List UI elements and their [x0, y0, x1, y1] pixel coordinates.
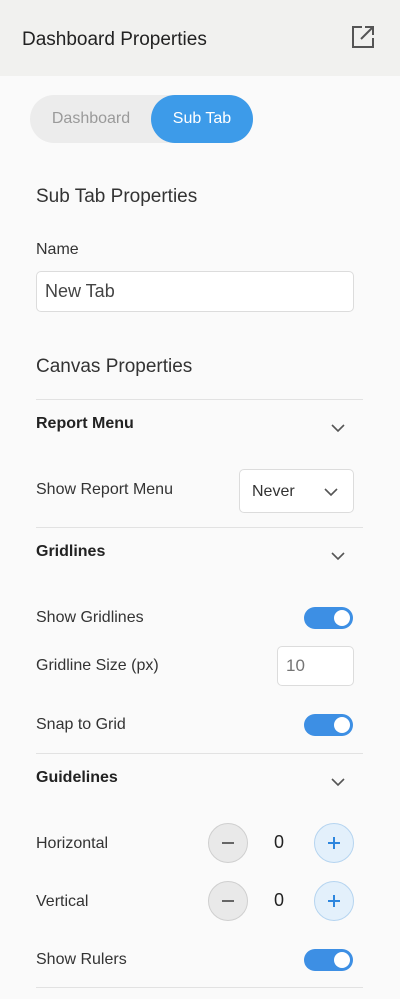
snap-to-grid-label: Snap to Grid: [36, 716, 126, 733]
toggle-knob: [334, 717, 350, 733]
vertical-increment-button[interactable]: [314, 881, 354, 921]
popout-icon[interactable]: [350, 24, 376, 50]
divider: [36, 527, 363, 528]
vertical-label: Vertical: [36, 893, 89, 910]
chevron-down-icon[interactable]: [331, 423, 345, 433]
horizontal-value: 0: [273, 832, 284, 852]
tab-switcher: Dashboard Sub Tab: [30, 95, 253, 143]
plus-icon: [328, 895, 340, 907]
show-report-menu-label: Show Report Menu: [36, 481, 173, 498]
divider: [36, 399, 363, 400]
guidelines-title[interactable]: Guidelines: [36, 769, 118, 787]
gridlines-title[interactable]: Gridlines: [36, 543, 105, 561]
toggle-knob: [334, 610, 350, 626]
show-rulers-label: Show Rulers: [36, 951, 127, 968]
plus-icon: [328, 837, 340, 849]
divider: [36, 753, 363, 754]
vertical-value: 0: [273, 890, 284, 910]
report-menu-title[interactable]: Report Menu: [36, 415, 134, 433]
select-value: Never: [252, 483, 295, 500]
canvas-properties-heading: Canvas Properties: [36, 356, 193, 377]
minus-icon: [222, 900, 234, 902]
show-gridlines-toggle[interactable]: [304, 607, 353, 629]
chevron-down-icon: [324, 488, 338, 497]
show-gridlines-label: Show Gridlines: [36, 609, 144, 626]
gridline-size-input[interactable]: [277, 646, 354, 686]
show-report-menu-select[interactable]: Never: [239, 469, 354, 513]
name-label: Name: [36, 241, 79, 258]
gridline-size-label: Gridline Size (px): [36, 657, 159, 674]
sub-tab-properties-heading: Sub Tab Properties: [36, 186, 198, 207]
chevron-down-icon[interactable]: [331, 777, 345, 787]
name-input[interactable]: [36, 271, 354, 312]
toggle-knob: [334, 952, 350, 968]
show-rulers-toggle[interactable]: [304, 949, 353, 971]
panel-header: Dashboard Properties: [0, 0, 400, 76]
divider: [36, 987, 363, 988]
horizontal-increment-button[interactable]: [314, 823, 354, 863]
chevron-down-icon[interactable]: [331, 551, 345, 561]
vertical-decrement-button[interactable]: [208, 881, 248, 921]
snap-to-grid-toggle[interactable]: [304, 714, 353, 736]
horizontal-label: Horizontal: [36, 835, 109, 852]
horizontal-decrement-button[interactable]: [208, 823, 248, 863]
tab-sub-tab[interactable]: Sub Tab: [151, 95, 253, 143]
minus-icon: [222, 842, 234, 844]
tab-dashboard[interactable]: Dashboard: [30, 95, 152, 143]
panel-title: Dashboard Properties: [22, 29, 207, 50]
